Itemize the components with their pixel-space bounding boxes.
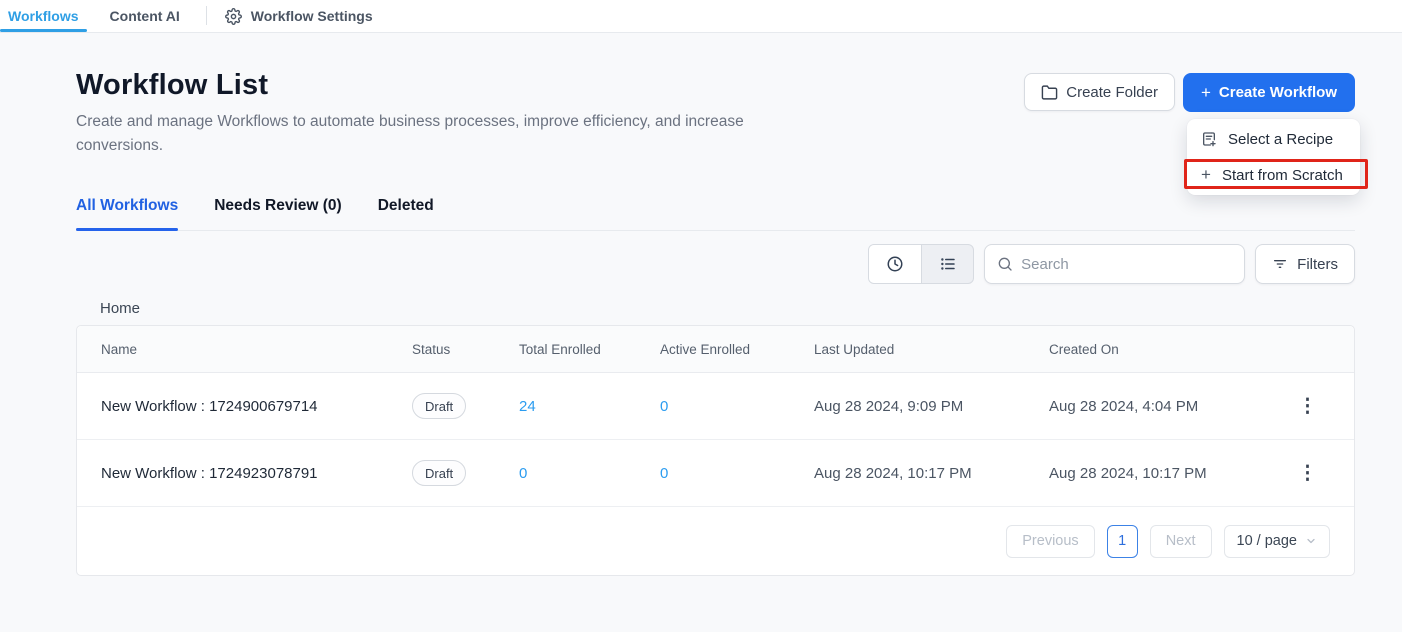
create-folder-label: Create Folder (1066, 84, 1158, 101)
list-view-toggle[interactable] (921, 245, 973, 283)
filters-button[interactable]: Filters (1255, 244, 1355, 284)
column-header-last-updated: Last Updated (814, 342, 1049, 357)
create-workflow-label: Create Workflow (1219, 84, 1337, 101)
gear-icon (225, 8, 242, 25)
chevron-down-icon (1305, 535, 1317, 547)
previous-page-button[interactable]: Previous (1006, 525, 1094, 558)
column-header-status: Status (412, 342, 519, 357)
row-actions-kebab-icon[interactable]: ⋮ (1286, 462, 1330, 485)
status-badge: Draft (412, 460, 466, 486)
next-page-button[interactable]: Next (1150, 525, 1212, 558)
workflow-tabs: All Workflows Needs Review (0) Deleted (76, 197, 1355, 231)
history-view-toggle[interactable] (869, 245, 921, 283)
tab-needs-review[interactable]: Needs Review (0) (214, 197, 342, 230)
page-subtitle: Create and manage Workflows to automate … (76, 110, 816, 158)
page-title: Workflow List (76, 69, 816, 102)
status-badge: Draft (412, 393, 466, 419)
menu-item-select-a-recipe[interactable]: Select a Recipe (1187, 121, 1360, 157)
filters-label: Filters (1297, 256, 1338, 273)
list-icon (939, 255, 957, 273)
page-size-select[interactable]: 10 / page (1224, 525, 1330, 558)
column-header-total-enrolled: Total Enrolled (519, 342, 660, 357)
nav-workflow-settings[interactable]: Workflow Settings (225, 0, 373, 32)
column-header-created-on: Created On (1049, 342, 1286, 357)
total-enrolled-link[interactable]: 24 (519, 398, 660, 415)
nav-divider (206, 6, 207, 25)
top-navigation: Workflows Content AI Workflow Settings (0, 0, 1402, 33)
table-row: New Workflow : 1724923078791 Draft 0 0 A… (77, 440, 1354, 507)
main-content: Workflow List Create and manage Workflow… (0, 33, 1402, 576)
table-row: New Workflow : 1724900679714 Draft 24 0 … (77, 373, 1354, 440)
view-toggle-group (868, 244, 974, 284)
menu-item-start-from-scratch[interactable]: + Start from Scratch (1187, 157, 1360, 193)
breadcrumb[interactable]: Home (76, 300, 1355, 317)
total-enrolled-link[interactable]: 0 (519, 465, 660, 482)
create-workflow-dropdown: Select a Recipe + Start from Scratch (1187, 119, 1360, 195)
pagination: Previous 1 Next 10 / page (77, 507, 1354, 575)
workflow-name-link[interactable]: New Workflow : 1724923078791 (101, 465, 412, 482)
search-input[interactable] (1021, 256, 1232, 273)
table-toolbar: Filters (76, 244, 1355, 284)
menu-item-label: Start from Scratch (1222, 167, 1343, 184)
table-header-row: Name Status Total Enrolled Active Enroll… (77, 326, 1354, 373)
workflow-table-card: Name Status Total Enrolled Active Enroll… (76, 325, 1355, 576)
column-header-name: Name (101, 342, 412, 357)
workflow-name-link[interactable]: New Workflow : 1724900679714 (101, 398, 412, 415)
create-folder-button[interactable]: Create Folder (1024, 73, 1175, 111)
plus-icon: + (1201, 165, 1211, 185)
last-updated-value: Aug 28 2024, 10:17 PM (814, 465, 1049, 482)
plus-icon: + (1201, 83, 1211, 103)
tab-all-workflows[interactable]: All Workflows (76, 197, 178, 230)
nav-workflow-settings-label: Workflow Settings (251, 8, 373, 24)
create-workflow-button[interactable]: + Create Workflow (1183, 73, 1355, 112)
row-actions-kebab-icon[interactable]: ⋮ (1286, 395, 1330, 418)
page-size-label: 10 / page (1237, 533, 1297, 549)
filter-icon (1272, 256, 1288, 272)
page-number-button[interactable]: 1 (1107, 525, 1138, 558)
search-box (984, 244, 1245, 284)
clock-icon (886, 255, 904, 273)
nav-tab-content-ai[interactable]: Content AI (102, 0, 188, 32)
folder-icon (1041, 84, 1058, 101)
created-on-value: Aug 28 2024, 10:17 PM (1049, 465, 1286, 482)
tab-deleted[interactable]: Deleted (378, 197, 434, 230)
created-on-value: Aug 28 2024, 4:04 PM (1049, 398, 1286, 415)
recipe-file-plus-icon (1201, 131, 1217, 147)
last-updated-value: Aug 28 2024, 9:09 PM (814, 398, 1049, 415)
search-icon (997, 256, 1013, 272)
column-header-active-enrolled: Active Enrolled (660, 342, 814, 357)
menu-item-label: Select a Recipe (1228, 131, 1333, 148)
active-enrolled-link[interactable]: 0 (660, 398, 814, 415)
active-enrolled-link[interactable]: 0 (660, 465, 814, 482)
nav-tab-workflows[interactable]: Workflows (0, 0, 87, 32)
